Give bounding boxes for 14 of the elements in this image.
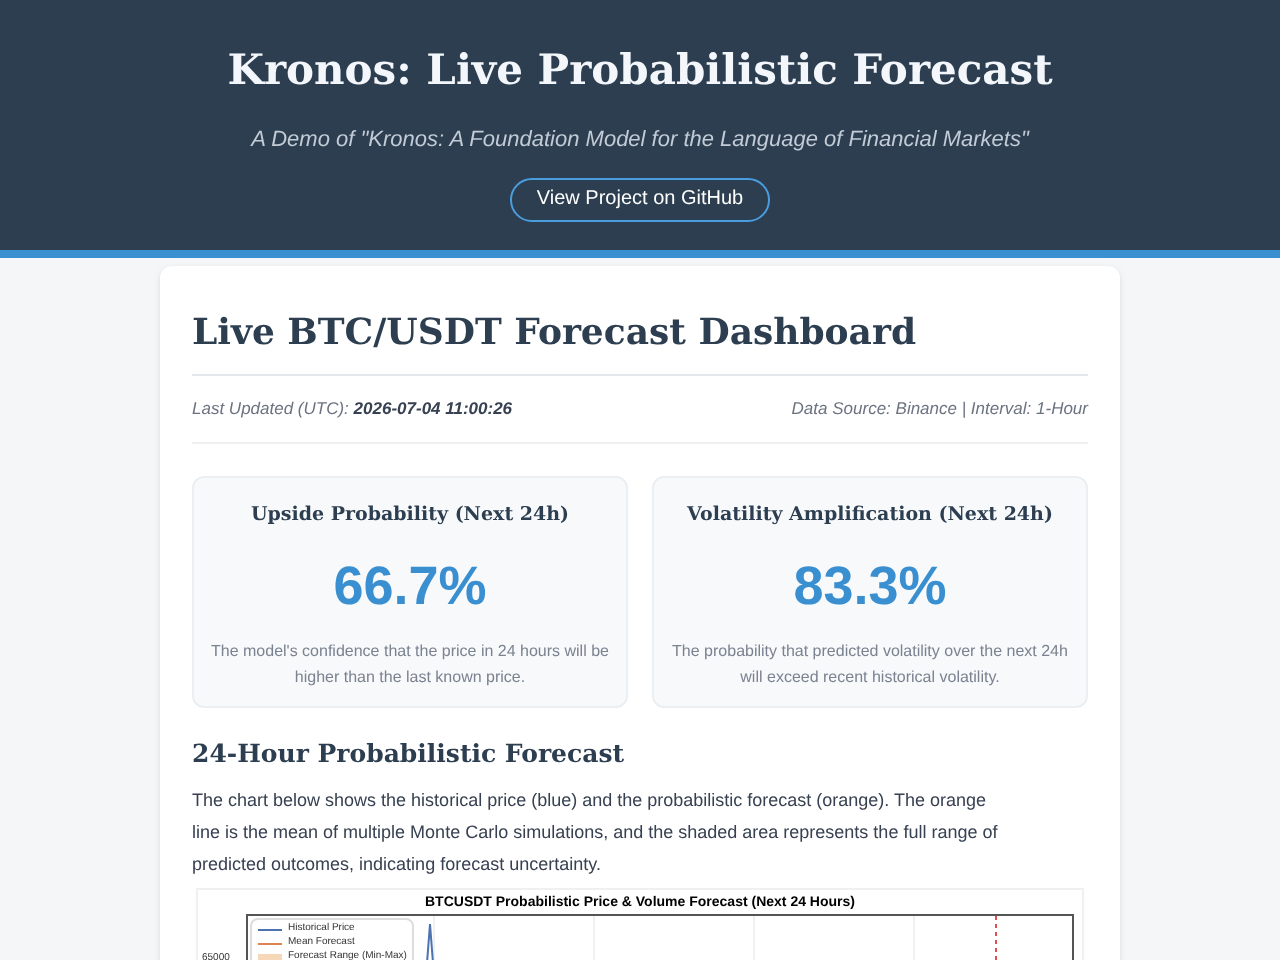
metric-value: 83.3% xyxy=(793,554,947,619)
dashboard-title: Live BTC/USDT Forecast Dashboard xyxy=(192,306,1088,376)
metric-title: Volatility Amplification (Next 24h) xyxy=(687,502,1053,530)
metric-description: The probability that predicted volatility over the next 24h will exceed recent historical volatility. xyxy=(670,640,1070,691)
last-updated: Last Updated (UTC): 2026-07-04 11:00:26 xyxy=(192,396,513,422)
metric-description: The model's confidence that the price in 24 hours will be higher than the last known price. xyxy=(210,640,610,691)
page-title: Kronos: Live Probabilistic Forecast xyxy=(227,42,1053,98)
data-source: Data Source: Binance | Interval: 1-Hour xyxy=(791,396,1088,422)
page-subtitle: A Demo of "Kronos: A Foundation Model for the Language of Financial Markets" xyxy=(251,126,1029,156)
github-button[interactable]: View Project on GitHub xyxy=(510,177,770,221)
section-title: 24-Hour Probabilistic Forecast xyxy=(192,736,627,772)
section-description: The chart below shows the historical price (blue) and the probabilistic forecast (orange). The orange line is the mean of multiple Monte Carlo simulations, and the shaded area represents the full range of predicted outcomes, indicating forecast uncertainty. xyxy=(192,788,1000,878)
metric-value: 66.7% xyxy=(333,554,487,619)
metric-title: Upside Probability (Next 24h) xyxy=(250,502,570,530)
